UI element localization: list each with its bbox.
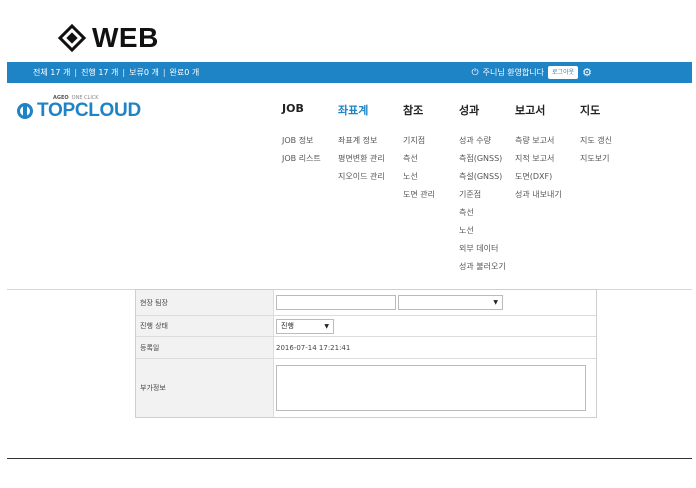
logout-button[interactable]: 로그아웃 bbox=[548, 66, 579, 79]
job-stats: 전체 17 개 | 진행 17 개 | 보류0 개 | 완료0 개 bbox=[33, 67, 199, 78]
stat-total[interactable]: 전체 17 개 bbox=[33, 67, 70, 78]
stat-separator: | bbox=[74, 68, 78, 77]
nav-item-job-info[interactable]: JOB 정보 bbox=[282, 136, 321, 154]
nav-item-route[interactable]: 노선 bbox=[403, 172, 435, 190]
form-row-date: 등록일 2016-07-14 17:21:41 bbox=[136, 337, 596, 359]
document-heading: WEB bbox=[57, 20, 159, 56]
top-status-bar: 전체 17 개 | 진행 17 개 | 보류0 개 | 완료0 개 ⏻ 주니님 … bbox=[7, 62, 692, 83]
nav-menu-results: 성과 성과 수량 측점(GNSS) 측설(GNSS) 기준점 측선 노선 외부 … bbox=[459, 83, 506, 280]
stat-on-hold[interactable]: 보류0 개 bbox=[129, 67, 159, 78]
nav-menu-coordinate: 좌표계 좌표계 정보 평면변환 관리 지오이드 관리 bbox=[338, 83, 385, 190]
nav-menu-map: 지도 지도 갱신 지도보기 bbox=[580, 83, 612, 172]
document-heading-text: WEB bbox=[92, 22, 159, 53]
user-area: ⏻ 주니님 환영합니다 로그아웃 ⚙ bbox=[471, 66, 592, 79]
nav-item-coordinate-info[interactable]: 좌표계 정보 bbox=[338, 136, 385, 154]
nav-item-import-results[interactable]: 성과 불러오기 bbox=[459, 262, 506, 280]
nav-title-reports[interactable]: 보고서 bbox=[515, 102, 562, 117]
nav-item-point-gnss[interactable]: 측점(GNSS) bbox=[459, 154, 506, 172]
manager-input[interactable] bbox=[276, 295, 396, 310]
form-row-status: 진행 상태 진행 ▼ bbox=[136, 316, 596, 337]
nav-item-export-results[interactable]: 성과 내보내기 bbox=[515, 190, 562, 208]
form-row-extra: 부가정보 bbox=[136, 359, 596, 417]
nav-item-drawing[interactable]: 도면 관리 bbox=[403, 190, 435, 208]
nav-menu-job: JOB JOB 정보 JOB 리스트 bbox=[282, 83, 321, 172]
nav-item-survey-report[interactable]: 측량 보고서 bbox=[515, 136, 562, 154]
footer-divider bbox=[7, 458, 692, 459]
gear-icon[interactable]: ⚙ bbox=[582, 67, 592, 78]
status-select-value: 진행 bbox=[281, 322, 294, 330]
nav-item-map-update[interactable]: 지도 갱신 bbox=[580, 136, 612, 154]
nav-item-job-list[interactable]: JOB 리스트 bbox=[282, 154, 321, 172]
nav-item-drawing-dxf[interactable]: 도면(DXF) bbox=[515, 172, 562, 190]
nav-title-reference[interactable]: 참조 bbox=[403, 102, 435, 117]
nav-item-base-point[interactable]: 기지점 bbox=[403, 136, 435, 154]
date-label: 등록일 bbox=[136, 337, 274, 358]
nav-item-control-point[interactable]: 기준점 bbox=[459, 190, 506, 208]
main-header: AGEO ONE CLICK TOPCLOUD JOB JOB 정보 JOB 리스… bbox=[7, 83, 692, 290]
topcloud-logo[interactable]: AGEO ONE CLICK TOPCLOUD bbox=[17, 95, 141, 125]
stat-in-progress[interactable]: 진행 17 개 bbox=[81, 67, 118, 78]
chevron-down-icon: ▼ bbox=[493, 299, 498, 306]
job-detail-form: 현장 팀장 ▼ 진행 상태 진행 ▼ 등록일 2016-07-14 17:21:… bbox=[135, 289, 597, 418]
extra-label: 부가정보 bbox=[136, 359, 274, 417]
stat-separator: | bbox=[162, 68, 166, 77]
nav-title-job[interactable]: JOB bbox=[282, 102, 321, 116]
stat-completed[interactable]: 완료0 개 bbox=[170, 67, 200, 78]
nav-title-coordinate[interactable]: 좌표계 bbox=[338, 102, 385, 117]
nav-item-plane-transform[interactable]: 평면변환 관리 bbox=[338, 154, 385, 172]
nav-title-map[interactable]: 지도 bbox=[580, 102, 612, 117]
nav-item-result-route[interactable]: 노선 bbox=[459, 226, 506, 244]
nav-item-stakeout-gnss[interactable]: 측설(GNSS) bbox=[459, 172, 506, 190]
nav-item-survey-line[interactable]: 측선 bbox=[403, 154, 435, 172]
nav-item-result-count[interactable]: 성과 수량 bbox=[459, 136, 506, 154]
status-select[interactable]: 진행 ▼ bbox=[276, 318, 334, 334]
welcome-text: 주니님 환영합니다 bbox=[482, 68, 545, 77]
nav-item-geoid[interactable]: 지오이드 관리 bbox=[338, 172, 385, 190]
manager-select[interactable]: ▼ bbox=[398, 295, 503, 310]
chevron-down-icon: ▼ bbox=[324, 322, 329, 330]
status-label: 진행 상태 bbox=[136, 316, 274, 336]
nav-menu-reference: 참조 기지점 측선 노선 도면 관리 bbox=[403, 83, 435, 208]
manager-label: 현장 팀장 bbox=[136, 290, 274, 315]
extra-info-textarea[interactable] bbox=[276, 365, 586, 411]
date-value: 2016-07-14 17:21:41 bbox=[276, 343, 351, 352]
nav-item-cadastral-report[interactable]: 지적 보고서 bbox=[515, 154, 562, 172]
nav-menu-reports: 보고서 측량 보고서 지적 보고서 도면(DXF) 성과 내보내기 bbox=[515, 83, 562, 208]
diamond-icon bbox=[57, 23, 87, 53]
logo-text: TOPCLOUD bbox=[37, 100, 141, 121]
nav-title-results[interactable]: 성과 bbox=[459, 102, 506, 117]
logo-mark-icon bbox=[17, 103, 33, 119]
nav-item-external-data[interactable]: 외부 데이터 bbox=[459, 244, 506, 262]
power-icon: ⏻ bbox=[471, 67, 479, 78]
stat-separator: | bbox=[122, 68, 126, 77]
nav-item-result-line[interactable]: 측선 bbox=[459, 208, 506, 226]
nav-item-map-view[interactable]: 지도보기 bbox=[580, 154, 612, 172]
form-row-manager: 현장 팀장 ▼ bbox=[136, 290, 596, 316]
